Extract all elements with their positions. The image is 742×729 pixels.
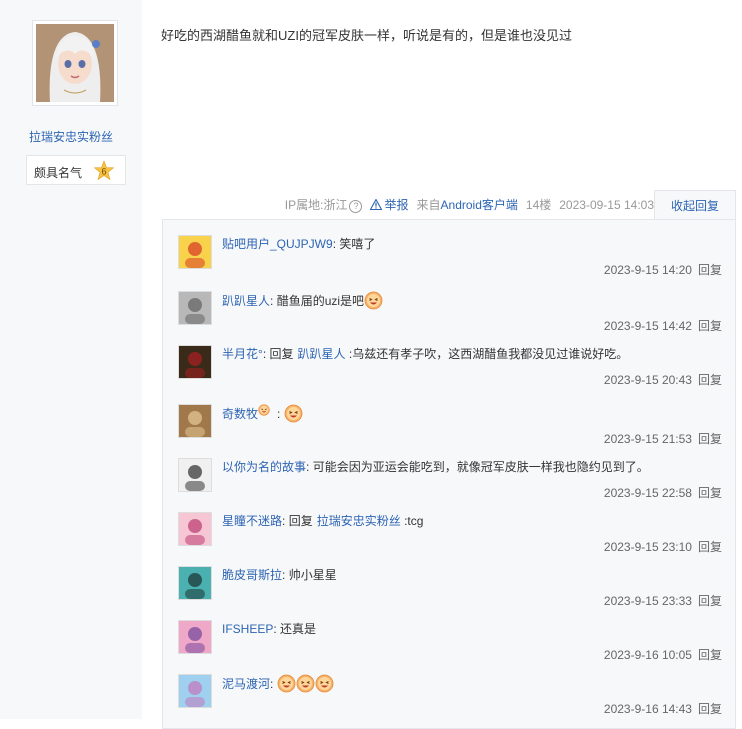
reply-avatar[interactable] bbox=[178, 512, 212, 546]
reply-separator: : bbox=[306, 459, 310, 474]
reply-avatar[interactable] bbox=[178, 566, 212, 600]
reply-time: 2023-9-15 20:43 bbox=[603, 373, 692, 387]
reply-text: 还真是 bbox=[280, 622, 317, 636]
reply-item: 泥马渡河: 2023-9-16 14:43 回复 bbox=[163, 659, 735, 716]
reply-item: IFSHEEP: 还真是 2023-9-16 10:05 回复 bbox=[163, 605, 735, 662]
grinning-emoji-icon bbox=[258, 404, 277, 423]
reply-keyword: 回复 bbox=[269, 347, 294, 361]
level-star-icon: 6 bbox=[93, 160, 115, 181]
author-sidebar: 拉瑞安忠实粉丝 颇具名气 6 bbox=[0, 0, 142, 719]
reply-author-link[interactable]: 星瞳不迷路 bbox=[222, 512, 282, 529]
reply-content: 以你为名的故事: 可能会因为亚运会能吃到，就像冠军皮肤一样我也隐约见到了。 bbox=[222, 458, 649, 475]
level-name: 颇具名气 bbox=[34, 166, 83, 180]
reply-item: 贴吧用户_QUJPJW9: 笑嘻了 2023-9-15 14:20 回复 bbox=[163, 220, 735, 277]
reply-avatar[interactable] bbox=[178, 291, 212, 325]
author-name-link[interactable]: 拉瑞安忠实粉丝 bbox=[0, 128, 142, 145]
reply-author-link[interactable]: IFSHEEP bbox=[222, 622, 273, 636]
reply-content: 趴趴星人: 醋鱼届的uzi是吧 bbox=[222, 291, 383, 310]
reply-author-link[interactable]: 趴趴星人 bbox=[222, 292, 270, 309]
reply-text: 醋鱼届的uzi是吧 bbox=[276, 294, 365, 308]
reply-item: 脆皮哥斯拉: 帅小星星 2023-9-15 23:33 回复 bbox=[163, 551, 735, 608]
reply-separator: : bbox=[282, 513, 286, 528]
post-tail: IP属地:浙江? 举报 来自Android客户端 14楼 2023-09-15 … bbox=[285, 196, 654, 213]
reply-meta: 2023-9-15 20:43 回复 bbox=[604, 371, 722, 388]
reply-button[interactable]: 回复 bbox=[698, 263, 722, 277]
reply-text: 笑嘻了 bbox=[339, 237, 376, 251]
reply-item: 半月花°: 回复 趴趴星人 :乌兹还有孝子吹，这西湖醋鱼我都没见过谁说好吃。 202… bbox=[163, 330, 735, 387]
grinning-emoji-icon bbox=[364, 291, 383, 310]
grinning-emoji-icon bbox=[284, 404, 303, 423]
ip-location: IP属地:浙江? bbox=[285, 196, 363, 213]
reply-avatar[interactable] bbox=[178, 235, 212, 269]
question-circle-icon[interactable]: ? bbox=[349, 200, 363, 213]
level-number: 6 bbox=[101, 167, 106, 177]
reply-avatar[interactable] bbox=[178, 620, 212, 654]
reply-item: 趴趴星人: 醋鱼届的uzi是吧 2023-9-15 14:42 回复 bbox=[163, 276, 735, 333]
reply-content: 泥马渡河: bbox=[222, 674, 334, 693]
reply-content: 星瞳不迷路: 回复 拉瑞安忠实粉丝 :tcg bbox=[222, 512, 423, 529]
reply-author-link[interactable]: 以你为名的故事 bbox=[222, 458, 306, 475]
client-source: 来自Android客户端 bbox=[416, 198, 518, 212]
grinning-emoji-icon bbox=[315, 674, 334, 693]
reply-item: 星瞳不迷路: 回复 拉瑞安忠实粉丝 :tcg 2023-9-15 23:10 回复 bbox=[163, 497, 735, 554]
reply-author-link[interactable]: 半月花° bbox=[222, 345, 263, 362]
avatar-image bbox=[36, 24, 114, 102]
reply-list: 贴吧用户_QUJPJW9: 笑嘻了 2023-9-15 14:20 回复 趴趴星人: … bbox=[162, 219, 736, 729]
reply-separator: : bbox=[270, 293, 274, 308]
reply-text: 可能会因为亚运会能吃到，就像冠军皮肤一样我也隐约见到了。 bbox=[312, 460, 649, 474]
reply-content: 半月花°: 回复 趴趴星人 :乌兹还有孝子吹，这西湖醋鱼我都没见过谁说好吃。 bbox=[222, 345, 628, 362]
reply-separator: : bbox=[262, 346, 267, 361]
reply-item: 以你为名的故事: 可能会因为亚运会能吃到，就像冠军皮肤一样我也隐约见到了。 202… bbox=[163, 443, 735, 500]
collapse-replies-button[interactable]: 收起回复 bbox=[654, 190, 736, 220]
reply-separator: : bbox=[282, 567, 286, 582]
reply-content: 脆皮哥斯拉: 帅小星星 bbox=[222, 566, 337, 583]
reply-avatar[interactable] bbox=[178, 345, 212, 379]
reply-avatar[interactable] bbox=[178, 458, 212, 492]
ip-location-label: IP属地:浙江 bbox=[284, 198, 348, 212]
reply-separator: : bbox=[273, 621, 277, 636]
reply-author-link[interactable]: 贴吧用户_QUJPJW9 bbox=[222, 235, 333, 252]
reply-text: 帅小星星 bbox=[288, 568, 337, 582]
reply-time: 2023-9-16 14:43 bbox=[603, 702, 692, 716]
reply-content: IFSHEEP: 还真是 bbox=[222, 620, 316, 637]
reply-author-link[interactable]: 脆皮哥斯拉 bbox=[222, 566, 282, 583]
reply-separator: : bbox=[277, 406, 281, 421]
reply-button[interactable]: 回复 bbox=[698, 373, 722, 387]
post-content: 好吃的西湖醋鱼就和UZI的冠军皮肤一样，听说是有的，但是谁也没见过 bbox=[161, 28, 572, 43]
reply-author-link[interactable]: 奇数牧 bbox=[222, 405, 258, 422]
reply-avatar[interactable] bbox=[178, 674, 212, 708]
report-link[interactable]: 举报 bbox=[370, 196, 409, 213]
grinning-emoji-icon bbox=[277, 674, 296, 693]
warning-triangle-icon bbox=[370, 199, 383, 210]
reply-item: 奇数牧: 2023-9-15 21:53 回复 bbox=[163, 389, 735, 446]
client-link[interactable]: Android客户端 bbox=[441, 198, 518, 212]
reply-avatar[interactable] bbox=[178, 404, 212, 438]
reply-meta: 2023-9-16 14:43 回复 bbox=[604, 700, 722, 717]
grinning-emoji-icon bbox=[296, 674, 315, 693]
author-level-badge[interactable]: 颇具名气 6 bbox=[26, 155, 126, 185]
report-label: 举报 bbox=[384, 198, 409, 212]
reply-target-link[interactable]: 趴趴星人 bbox=[298, 345, 346, 362]
reply-text: :乌兹还有孝子吹，这西湖醋鱼我都没见过谁说好吃。 bbox=[348, 347, 629, 361]
floor-number: 14楼 bbox=[525, 198, 552, 212]
post-time: 2023-09-15 14:03 bbox=[559, 197, 654, 212]
reply-button[interactable]: 回复 bbox=[698, 702, 722, 716]
author-avatar[interactable] bbox=[32, 20, 118, 106]
reply-separator: : bbox=[270, 676, 274, 691]
reply-time: 2023-9-15 14:20 bbox=[603, 263, 692, 277]
reply-target-link[interactable]: 拉瑞安忠实粉丝 bbox=[317, 512, 401, 529]
reply-author-link[interactable]: 泥马渡河 bbox=[222, 675, 270, 692]
reply-separator: : bbox=[332, 236, 337, 251]
reply-content: 奇数牧: bbox=[222, 404, 303, 423]
reply-keyword: 回复 bbox=[288, 514, 313, 528]
reply-content: 贴吧用户_QUJPJW9: 笑嘻了 bbox=[222, 235, 375, 252]
reply-text: :tcg bbox=[404, 513, 424, 528]
